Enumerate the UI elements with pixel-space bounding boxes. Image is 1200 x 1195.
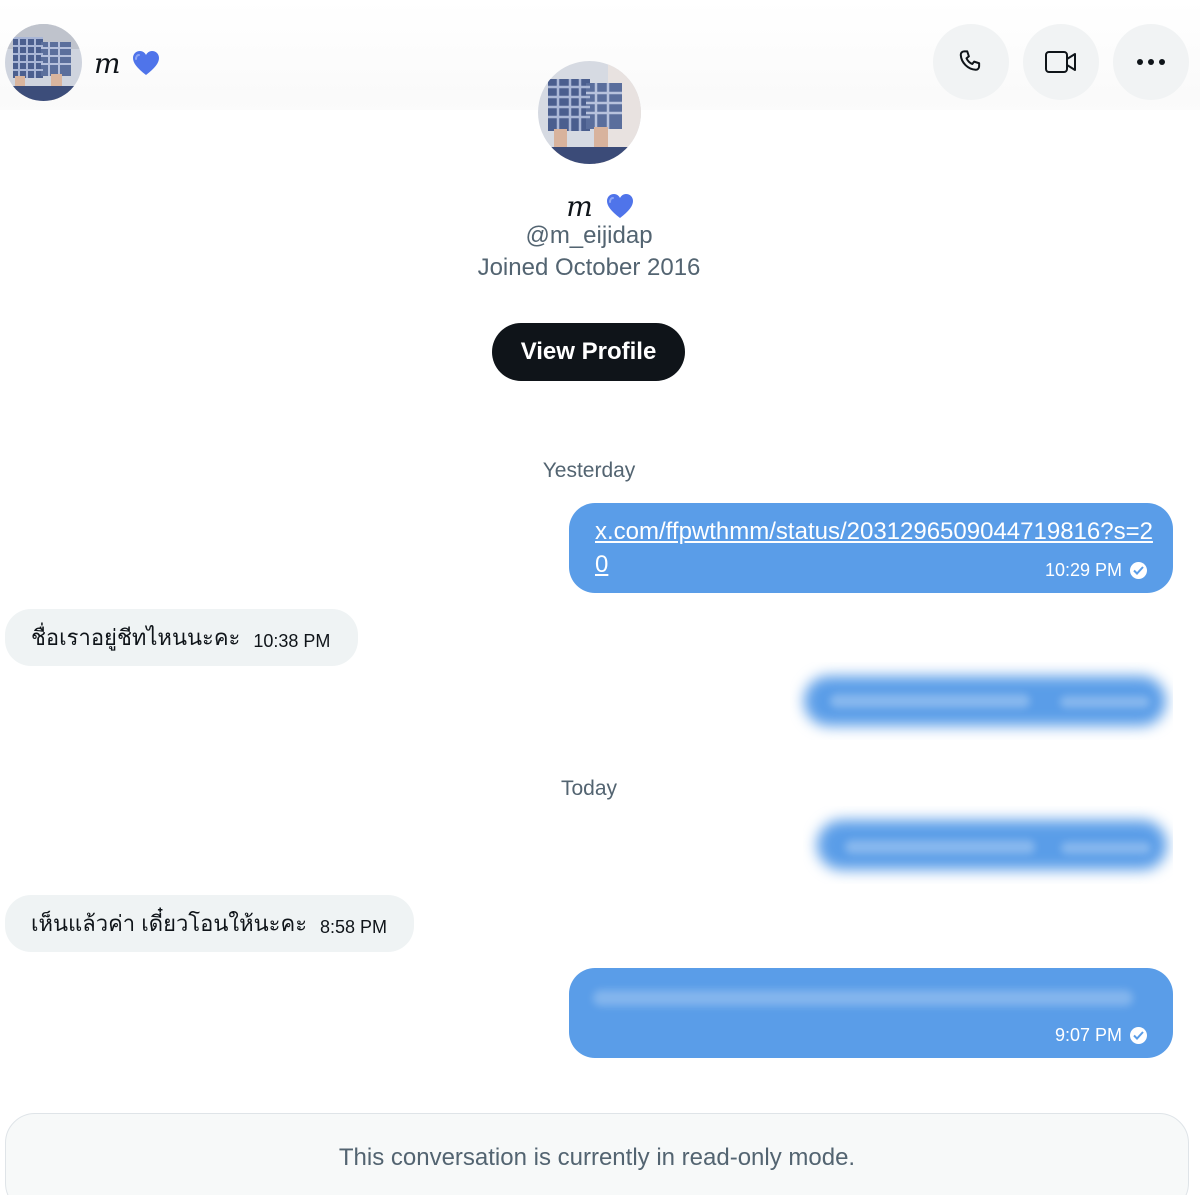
header-display-name[interactable]: m — [94, 47, 160, 80]
read-check-icon — [1130, 562, 1147, 579]
message-meta: 10:29 PM — [1045, 560, 1147, 581]
blue-heart-icon — [132, 51, 159, 75]
outgoing-message[interactable]: x.com/ffpwthmm/status/203129650904471981… — [569, 503, 1173, 593]
phone-icon — [959, 50, 981, 71]
outgoing-message-redacted[interactable] — [790, 662, 1173, 740]
view-profile-button[interactable]: View Profile — [492, 323, 685, 381]
message-time: 10:29 PM — [1044, 560, 1122, 580]
avatar[interactable] — [5, 24, 82, 101]
read-check-icon — [1130, 1027, 1147, 1044]
message-text: เห็นแล้วค่า เดี๋ยวโอนให้นะคะ — [31, 911, 308, 936]
profile-handle: @m_eijidap — [525, 222, 653, 249]
incoming-message[interactable]: เห็นแล้วค่า เดี๋ยวโอนให้นะคะ 8:58 PM — [5, 895, 414, 952]
date-separator: Yesterday — [542, 459, 636, 482]
profile-avatar[interactable] — [538, 61, 641, 164]
blue-heart-icon — [606, 194, 633, 218]
incoming-message[interactable]: ชื่อเราอยู่ชีทไหนนะคะ 10:38 PM — [5, 609, 358, 666]
message-meta: 9:07 PM — [1055, 1025, 1147, 1046]
readonly-notice-text: This conversation is currently in read-o… — [338, 1144, 856, 1171]
video-icon — [1045, 51, 1076, 73]
message-time: 8:58 PM — [320, 916, 388, 937]
message-time: 10:38 PM — [253, 630, 331, 651]
message-time: 9:07 PM — [1054, 1025, 1122, 1045]
outgoing-message-redacted[interactable] — [803, 806, 1173, 884]
outgoing-message[interactable]: 9:07 PM — [569, 968, 1173, 1058]
more-options-button[interactable] — [1113, 24, 1189, 100]
message-text-redacted — [569, 968, 1173, 1028]
date-separator: Today — [560, 777, 618, 800]
call-button[interactable] — [933, 24, 1009, 100]
profile-display-name: m — [0, 188, 1200, 224]
readonly-notice: This conversation is currently in read-o… — [5, 1113, 1189, 1195]
profile-joined-date: Joined October 2016 — [477, 254, 701, 281]
message-text: ชื่อเราอยู่ชีทไหนนะคะ — [31, 625, 241, 650]
video-call-button[interactable] — [1023, 24, 1099, 100]
more-horizontal-icon — [1137, 59, 1165, 65]
